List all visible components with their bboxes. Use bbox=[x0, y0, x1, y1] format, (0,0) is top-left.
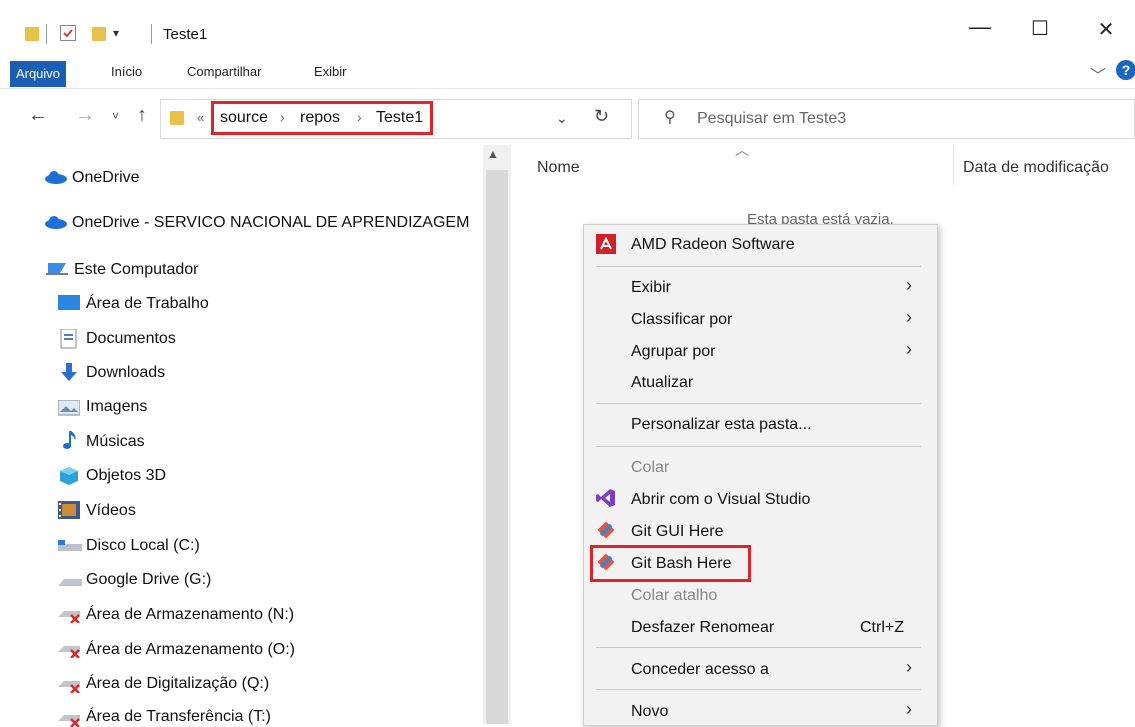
up-arrow-icon[interactable]: ↑ bbox=[137, 104, 147, 127]
menu-item-conceder-acesso[interactable]: Conceder acesso a bbox=[631, 661, 769, 679]
tab-exibir[interactable]: Exibir bbox=[314, 64, 347, 79]
local-disk-icon bbox=[58, 540, 82, 551]
nav-item-documentos[interactable]: Documentos bbox=[86, 330, 176, 348]
nav-item-digitalizacao-q[interactable]: Área de Digitalização (Q:) bbox=[86, 675, 269, 693]
address-dropdown-icon[interactable]: ⌄ bbox=[556, 110, 568, 127]
title-bar: ▾ Teste1 — ☐ ✕ bbox=[0, 0, 1135, 60]
submenu-chevron-icon: › bbox=[906, 657, 912, 677]
folder-icon bbox=[170, 111, 184, 125]
nav-item-google-drive-g[interactable]: Google Drive (G:) bbox=[86, 571, 211, 589]
nav-item-armazenamento-n[interactable]: Área de Armazenamento (N:) bbox=[86, 606, 294, 624]
documents-icon bbox=[60, 329, 77, 349]
ribbon-expand-icon[interactable]: ﹀ bbox=[1090, 62, 1106, 86]
objects-3d-icon bbox=[60, 467, 78, 485]
close-button[interactable]: ✕ bbox=[1086, 17, 1126, 42]
forward-arrow-icon[interactable]: → bbox=[75, 104, 95, 127]
nav-item-videos[interactable]: Vídeos bbox=[86, 502, 136, 520]
menu-shortcut-ctrl-z: Ctrl+Z bbox=[860, 619, 904, 636]
breadcrumb-teste1[interactable]: Teste1 bbox=[376, 109, 423, 127]
submenu-chevron-icon: › bbox=[906, 275, 912, 295]
videos-icon bbox=[58, 501, 80, 519]
menu-item-atualizar[interactable]: Atualizar bbox=[631, 374, 693, 392]
nav-item-imagens[interactable]: Imagens bbox=[86, 398, 147, 416]
nav-item-area-de-trabalho[interactable]: Área de Trabalho bbox=[86, 295, 209, 313]
menu-item-amd-radeon[interactable]: AMD Radeon Software bbox=[631, 236, 795, 254]
window-title: Teste1 bbox=[163, 26, 208, 43]
menu-separator bbox=[596, 647, 921, 648]
folder-icon bbox=[25, 27, 39, 41]
menu-item-colar: Colar bbox=[631, 459, 670, 476]
music-icon bbox=[63, 431, 76, 449]
menu-item-exibir[interactable]: Exibir bbox=[631, 279, 671, 297]
nav-item-onedrive[interactable]: OneDrive bbox=[72, 169, 140, 187]
breadcrumb-separator[interactable]: › bbox=[280, 109, 285, 125]
menu-separator bbox=[596, 689, 921, 690]
column-header-nome[interactable]: Nome bbox=[537, 159, 580, 177]
nav-item-este-computador[interactable]: Este Computador bbox=[74, 261, 199, 279]
git-gui-icon bbox=[597, 521, 615, 539]
nav-scrollbar-thumb[interactable] bbox=[486, 170, 508, 724]
menu-item-desfazer-renomear[interactable]: Desfazer Renomear bbox=[631, 619, 774, 637]
search-input[interactable]: Pesquisar em Teste3 bbox=[697, 110, 846, 128]
submenu-chevron-icon: › bbox=[906, 339, 912, 359]
quick-access-dropdown-icon[interactable]: ▾ bbox=[113, 26, 119, 40]
tab-arquivo[interactable]: Arquivo bbox=[10, 61, 66, 87]
ribbon bbox=[0, 60, 1135, 89]
menu-separator bbox=[596, 266, 921, 267]
cloud-icon bbox=[45, 216, 67, 229]
disconnected-drive-icon bbox=[58, 611, 80, 623]
menu-item-classificar-por[interactable]: Classificar por bbox=[631, 311, 732, 329]
divider bbox=[46, 24, 47, 44]
nav-item-transferencia-t[interactable]: Área de Transferência (T:) bbox=[86, 708, 271, 726]
breadcrumb-source[interactable]: source bbox=[220, 109, 268, 127]
minimize-button[interactable]: — bbox=[960, 14, 1000, 40]
git-bash-highlight bbox=[590, 545, 751, 582]
nav-item-musicas[interactable]: Músicas bbox=[86, 433, 145, 451]
menu-item-novo[interactable]: Novo bbox=[631, 703, 668, 721]
refresh-icon[interactable]: ↻ bbox=[594, 106, 609, 127]
desktop-icon bbox=[58, 295, 80, 310]
menu-item-visual-studio[interactable]: Abrir com o Visual Studio bbox=[631, 491, 810, 509]
submenu-chevron-icon: › bbox=[906, 307, 912, 327]
column-header-data-modificacao[interactable]: Data de modificação bbox=[963, 159, 1109, 177]
new-folder-icon[interactable] bbox=[92, 27, 106, 41]
maximize-button[interactable]: ☐ bbox=[1020, 16, 1060, 41]
breadcrumb-separator[interactable]: › bbox=[357, 109, 362, 125]
recent-locations-icon[interactable]: ˅ bbox=[112, 109, 119, 123]
overflow-crumbs[interactable]: « bbox=[197, 110, 204, 125]
nav-item-objetos-3d[interactable]: Objetos 3D bbox=[86, 467, 166, 485]
computer-icon bbox=[46, 263, 68, 275]
nav-item-onedrive-senai[interactable]: OneDrive - SERVICO NACIONAL DE APRENDIZA… bbox=[72, 214, 469, 232]
divider bbox=[151, 24, 152, 44]
disconnected-drive-icon bbox=[58, 646, 80, 658]
menu-item-agrupar-por[interactable]: Agrupar por bbox=[631, 343, 716, 361]
disconnected-drive-icon bbox=[58, 681, 80, 693]
visual-studio-icon bbox=[596, 489, 615, 507]
search-icon: ⚲ bbox=[664, 109, 676, 126]
menu-item-personalizar-pasta[interactable]: Personalizar esta pasta... bbox=[631, 416, 812, 434]
amd-icon bbox=[596, 234, 616, 254]
nav-item-downloads[interactable]: Downloads bbox=[86, 364, 165, 382]
properties-icon[interactable] bbox=[60, 25, 76, 41]
tab-inicio[interactable]: Início bbox=[111, 64, 142, 79]
breadcrumb-repos[interactable]: repos bbox=[300, 109, 340, 127]
help-icon[interactable]: ? bbox=[1116, 60, 1135, 80]
cloud-icon bbox=[45, 171, 67, 184]
tab-compartilhar[interactable]: Compartilhar bbox=[187, 64, 261, 79]
nav-item-disco-local-c[interactable]: Disco Local (C:) bbox=[86, 537, 200, 555]
scroll-up-icon[interactable]: ▲ bbox=[487, 147, 499, 161]
nav-item-armazenamento-o[interactable]: Área de Armazenamento (O:) bbox=[86, 641, 295, 659]
disconnected-drive-icon bbox=[58, 715, 80, 727]
drive-icon bbox=[58, 579, 82, 586]
submenu-chevron-icon: › bbox=[906, 699, 912, 719]
column-divider[interactable] bbox=[953, 145, 954, 185]
menu-item-git-gui[interactable]: Git GUI Here bbox=[631, 523, 723, 541]
sort-indicator-icon: ︿ bbox=[735, 142, 749, 158]
menu-item-colar-atalho: Colar atalho bbox=[631, 587, 718, 604]
download-icon bbox=[61, 363, 77, 381]
menu-separator bbox=[596, 446, 921, 447]
menu-separator bbox=[596, 403, 921, 404]
pictures-icon bbox=[58, 400, 80, 416]
back-arrow-icon[interactable]: ← bbox=[28, 104, 48, 127]
